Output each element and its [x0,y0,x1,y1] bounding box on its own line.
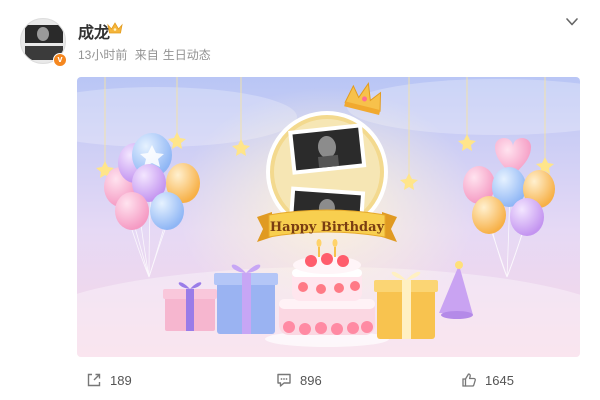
comment-count: 896 [300,372,322,388]
action-bar: 189 896 1645 [0,362,600,400]
comment-button[interactable]: 896 [276,372,322,388]
like-count: 1645 [485,372,514,388]
share-icon [87,373,101,387]
post-source[interactable]: 生日动态 [163,48,211,62]
banner-text: Happy Birthday [270,220,385,235]
thumbs-up-icon [462,373,476,387]
like-button[interactable]: 1645 [461,372,514,388]
verified-badge-icon: v [53,53,67,67]
crown-icon [107,22,123,34]
chevron-down-icon[interactable] [564,16,580,28]
repost-count: 189 [110,372,132,388]
birthday-illustration: Happy Birthday [77,77,580,357]
repost-button[interactable]: 189 [86,372,132,388]
post-time[interactable]: 13小时前 [78,48,127,62]
avatar-face [37,27,49,41]
author-name[interactable]: 成龙 [78,19,110,43]
weibo-post: v 成龙 13小时前 来自 生日动态 Happy Birthday 189 89… [0,0,600,400]
post-meta: 13小时前 来自 生日动态 [78,46,215,63]
source-prefix: 来自 [134,48,159,62]
post-image[interactable]: Happy Birthday [77,77,580,357]
comment-icon [277,373,291,387]
